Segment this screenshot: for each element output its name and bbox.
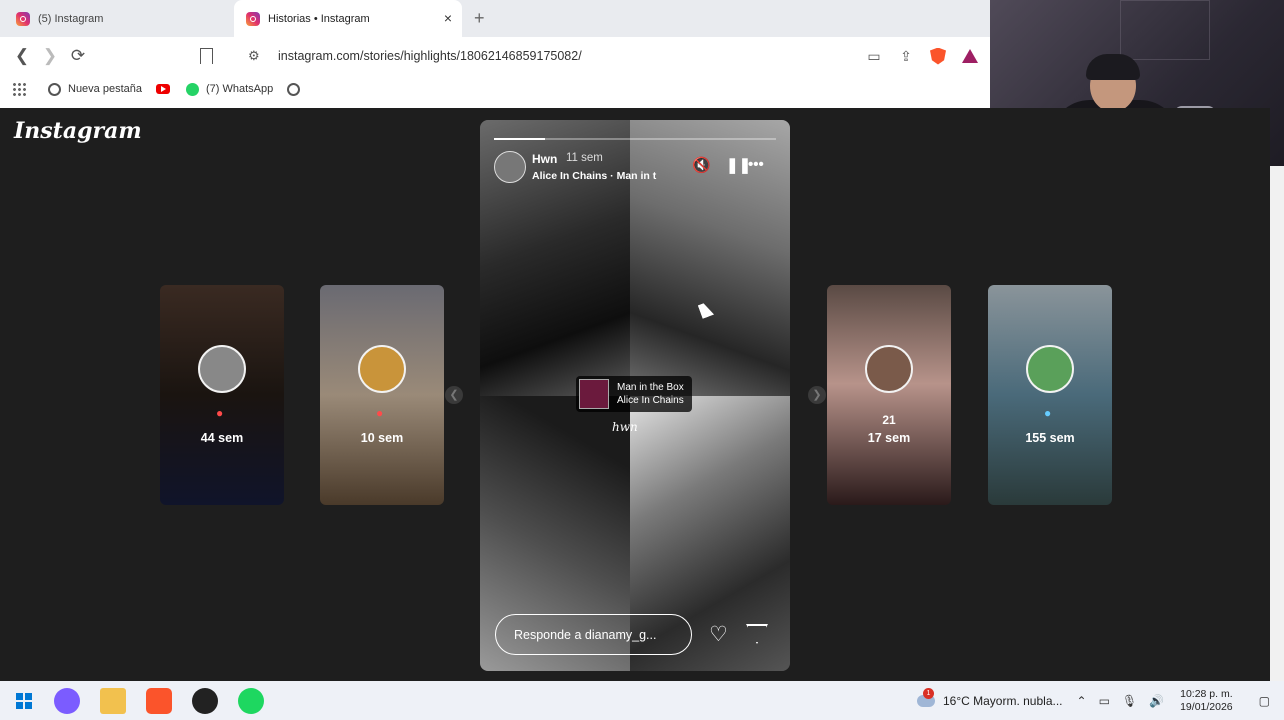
globe-icon <box>48 82 61 96</box>
apps-grid-icon[interactable] <box>12 82 26 96</box>
address-bar[interactable]: ⚙ instagram.com/stories/highlights/18062… <box>238 41 893 71</box>
paw-icon: ● <box>216 406 224 420</box>
url-text[interactable]: instagram.com/stories/highlights/1806214… <box>278 49 582 63</box>
avatar <box>198 345 246 393</box>
instagram-favicon-icon <box>16 11 30 26</box>
previous-story-icon[interactable]: ❮ <box>445 386 463 404</box>
story-preview-time: 17 sem <box>867 431 911 445</box>
instagram-favicon-icon <box>246 11 260 26</box>
volume-icon[interactable]: 🔊 <box>1149 694 1164 708</box>
bookmark-label: (7) WhatsApp <box>206 83 274 95</box>
cast-icon[interactable]: ▭ <box>858 48 890 65</box>
avatar[interactable] <box>494 151 526 183</box>
music-title: Man in the Box <box>617 382 684 393</box>
story-preview-time: 44 sem <box>200 431 244 445</box>
story-preview-count: 21 <box>882 413 896 427</box>
weather-icon[interactable] <box>916 687 935 707</box>
discord-icon[interactable] <box>54 687 80 714</box>
tab-instagram-feed[interactable]: (5) Instagram <box>8 0 234 37</box>
clock-date: 19/01/2026 <box>1180 700 1233 713</box>
tab-label: (5) Instagram <box>38 12 104 25</box>
next-story-icon[interactable]: ❯ <box>808 386 826 404</box>
story-header: Hwn 11 sem Alice In Chains · Man in t 🔇 … <box>494 151 776 183</box>
tab-stories[interactable]: Historias • Instagram × <box>234 0 462 37</box>
microphone-icon[interactable]: 🎙 <box>1122 694 1137 708</box>
bookmark-label: Nueva pestaña <box>68 83 142 95</box>
globe-icon[interactable] <box>287 82 301 96</box>
wave-icon: ● <box>1044 406 1052 420</box>
story-caption: hwn <box>612 420 638 434</box>
music-artist: Alice In Chains <box>617 395 684 406</box>
obs-icon[interactable] <box>192 687 218 714</box>
chevron-up-icon[interactable]: ⌃ <box>1077 694 1087 708</box>
windows-start-icon[interactable] <box>16 692 32 709</box>
whatsapp-icon <box>186 82 199 96</box>
brave-browser-icon[interactable] <box>146 687 172 714</box>
heart-icon[interactable]: ♡ <box>709 622 728 647</box>
story-preview-time: 10 sem <box>360 431 404 445</box>
story-preview-card[interactable]: ● 10 sem <box>320 285 444 505</box>
clock-time: 10:28 p. m. <box>1180 687 1233 700</box>
more-options-icon[interactable]: ••• <box>748 156 764 173</box>
network-icon[interactable]: ▭ <box>1099 694 1110 708</box>
weather-text[interactable]: 16°C Mayorm. nubla... <box>943 694 1063 708</box>
emoji-icon: ● <box>376 406 384 420</box>
share-icon[interactable]: ⇪ <box>890 48 922 65</box>
browser-window: (5) Instagram Historias • Instagram × + … <box>0 0 990 108</box>
youtube-icon[interactable] <box>156 84 170 94</box>
bookmark-whatsapp[interactable]: (7) WhatsApp <box>186 82 274 96</box>
reply-placeholder: Responde a dianamy_g... <box>514 627 657 642</box>
story-preview-card[interactable]: ● 155 sem <box>988 285 1112 505</box>
toolbar: ❮ ❯ ⟳ ⚙ instagram.com/stories/highlights… <box>0 37 990 75</box>
instagram-logo[interactable]: Instagram <box>14 118 142 144</box>
story-progress-fill <box>494 138 545 140</box>
tab-label: Historias • Instagram <box>268 12 370 25</box>
music-sticker[interactable]: Man in the Box Alice In Chains <box>576 376 692 412</box>
brave-rewards-icon[interactable] <box>962 49 978 63</box>
story-username[interactable]: Hwn <box>532 152 557 166</box>
clock[interactable]: 10:28 p. m. 19/01/2026 <box>1180 688 1233 714</box>
brave-shield-icon[interactable] <box>930 47 946 65</box>
bookmarks-bar: Nueva pestaña (7) WhatsApp <box>0 75 990 103</box>
bookmark-icon[interactable] <box>200 48 213 64</box>
mute-icon[interactable]: 🔇 <box>692 156 711 174</box>
album-art <box>579 379 609 409</box>
webcam-person-hair <box>1086 54 1140 80</box>
reload-icon[interactable]: ⟳ <box>64 46 92 66</box>
spotify-icon[interactable] <box>238 687 264 714</box>
story-preview-time: 155 sem <box>1025 431 1075 445</box>
forward-icon[interactable]: ❯ <box>36 46 64 66</box>
story-preview-card[interactable]: ● 44 sem <box>160 285 284 505</box>
story-time: 11 sem <box>566 152 603 164</box>
story-song[interactable]: Alice In Chains · Man in t <box>532 170 656 182</box>
bookmark-nueva-pestana[interactable]: Nueva pestaña <box>48 82 142 96</box>
avatar <box>358 345 406 393</box>
scrollbar[interactable] <box>1270 166 1284 681</box>
back-icon[interactable]: ❮ <box>8 46 36 66</box>
file-explorer-icon[interactable] <box>100 687 126 714</box>
taskbar: 16°C Mayorm. nubla... ⌃ ▭ 🎙 🔊 10:28 p. m… <box>0 681 1284 720</box>
webcam-background-window <box>1120 0 1210 60</box>
site-settings-icon[interactable]: ⚙ <box>248 48 262 64</box>
story-progress-bar <box>494 138 776 140</box>
system-tray: 16°C Mayorm. nubla... ⌃ ▭ 🎙 🔊 10:28 p. m… <box>916 681 1284 720</box>
notifications-icon[interactable]: ▢ <box>1259 694 1270 708</box>
avatar <box>865 345 913 393</box>
close-tab-icon[interactable]: × <box>444 10 452 26</box>
tab-strip: (5) Instagram Historias • Instagram × + <box>0 0 990 37</box>
avatar <box>1026 345 1074 393</box>
reply-input[interactable]: Responde a dianamy_g... <box>495 614 692 655</box>
story-preview-card[interactable]: 21 17 sem <box>827 285 951 505</box>
new-tab-button[interactable]: + <box>474 8 485 29</box>
